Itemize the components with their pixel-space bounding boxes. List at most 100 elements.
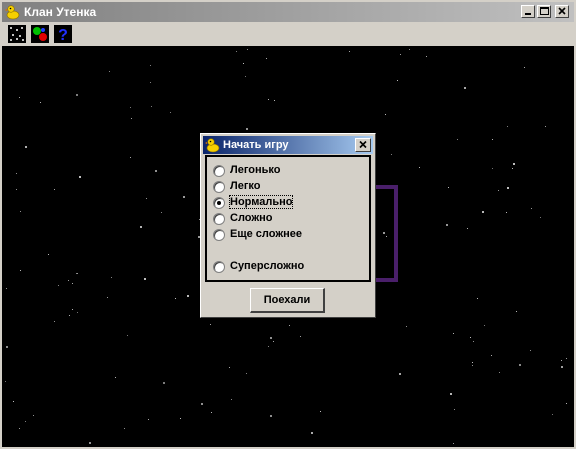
- star: [72, 283, 73, 284]
- difficulty-label: Легонько: [230, 164, 281, 176]
- star: [409, 49, 410, 50]
- star: [229, 367, 230, 368]
- star: [25, 421, 26, 422]
- star: [492, 168, 493, 169]
- star: [513, 163, 515, 165]
- radio-button[interactable]: [213, 229, 225, 241]
- difficulty-option-0[interactable]: Легонько: [213, 164, 363, 178]
- star: [40, 102, 41, 103]
- radio-button[interactable]: [213, 181, 225, 193]
- star: [450, 393, 452, 395]
- difficulty-option-1[interactable]: Легко: [213, 180, 363, 194]
- star: [516, 311, 517, 312]
- duck-icon: [205, 138, 220, 153]
- star: [507, 187, 509, 189]
- difficulty-option-4[interactable]: Еще сложнее: [213, 228, 363, 242]
- star: [89, 442, 91, 444]
- question-icon[interactable]: ?: [54, 25, 72, 43]
- toolbar: ?: [2, 22, 574, 46]
- star: [211, 412, 212, 413]
- star: [473, 341, 474, 342]
- star: [561, 366, 563, 368]
- star: [561, 360, 562, 361]
- star: [266, 58, 267, 59]
- star: [246, 373, 247, 374]
- star: [482, 211, 484, 213]
- radio-button[interactable]: [213, 213, 225, 225]
- star: [507, 126, 508, 127]
- star: [175, 298, 176, 299]
- main-window: Клан Утенка ? Начать игру Легонько Легко…: [0, 0, 576, 449]
- star: [467, 228, 468, 229]
- star: [453, 443, 454, 444]
- start-button[interactable]: Поехали: [250, 288, 325, 313]
- maximize-button[interactable]: [537, 5, 551, 18]
- star: [25, 146, 27, 148]
- minimize-button[interactable]: [521, 5, 535, 18]
- color-dots-icon[interactable]: [31, 25, 49, 43]
- window-title: Клан Утенка: [24, 5, 97, 19]
- star: [146, 198, 147, 199]
- star: [155, 170, 157, 172]
- minimize-icon: [525, 13, 531, 15]
- difficulty-option-2[interactable]: Нормально: [213, 195, 363, 210]
- star: [58, 285, 59, 286]
- dialog-titlebar[interactable]: Начать игру: [203, 136, 373, 154]
- star: [48, 254, 49, 255]
- star: [419, 167, 420, 168]
- dialog-close-button[interactable]: [355, 138, 371, 152]
- star: [33, 415, 34, 416]
- star: [300, 336, 301, 337]
- star: [76, 94, 78, 96]
- star: [270, 337, 272, 339]
- star: [183, 196, 185, 198]
- star: [320, 411, 321, 412]
- star: [289, 325, 290, 326]
- star: [243, 63, 244, 64]
- star: [140, 226, 142, 228]
- star: [270, 415, 272, 417]
- star: [274, 100, 275, 101]
- star: [457, 139, 458, 140]
- star: [552, 414, 553, 415]
- star: [512, 168, 513, 169]
- star: [201, 403, 203, 405]
- star: [19, 97, 20, 98]
- star: [406, 326, 407, 327]
- difficulty-label: Суперсложно: [230, 260, 305, 272]
- star: [311, 432, 313, 434]
- star: [499, 372, 500, 373]
- svg-text:?: ?: [58, 27, 68, 43]
- star: [54, 189, 55, 190]
- star: [54, 321, 55, 322]
- dialog-title: Начать игру: [223, 139, 289, 151]
- window-titlebar[interactable]: Клан Утенка: [2, 2, 574, 22]
- star: [68, 280, 69, 281]
- star: [399, 373, 401, 375]
- star: [13, 401, 14, 402]
- star: [130, 157, 131, 158]
- starfield-icon[interactable]: [8, 25, 26, 43]
- star: [268, 346, 269, 347]
- star: [566, 358, 567, 359]
- star: [130, 107, 131, 108]
- close-button[interactable]: [555, 5, 569, 18]
- difficulty-option-3[interactable]: Сложно: [213, 212, 363, 226]
- star: [109, 71, 110, 72]
- radio-button[interactable]: [213, 165, 225, 177]
- star: [6, 288, 7, 289]
- radio-button[interactable]: [213, 261, 225, 273]
- star: [400, 54, 401, 55]
- star: [446, 224, 448, 226]
- star: [472, 365, 473, 366]
- star: [247, 49, 248, 50]
- star: [107, 297, 108, 298]
- difficulty-label: Нормально: [228, 195, 294, 209]
- star: [453, 333, 454, 334]
- difficulty-option-5[interactable]: Суперсложно: [213, 260, 363, 274]
- star: [477, 298, 478, 299]
- star: [492, 139, 493, 140]
- star: [210, 324, 211, 325]
- radio-button-selected[interactable]: [213, 197, 225, 209]
- star: [20, 270, 21, 271]
